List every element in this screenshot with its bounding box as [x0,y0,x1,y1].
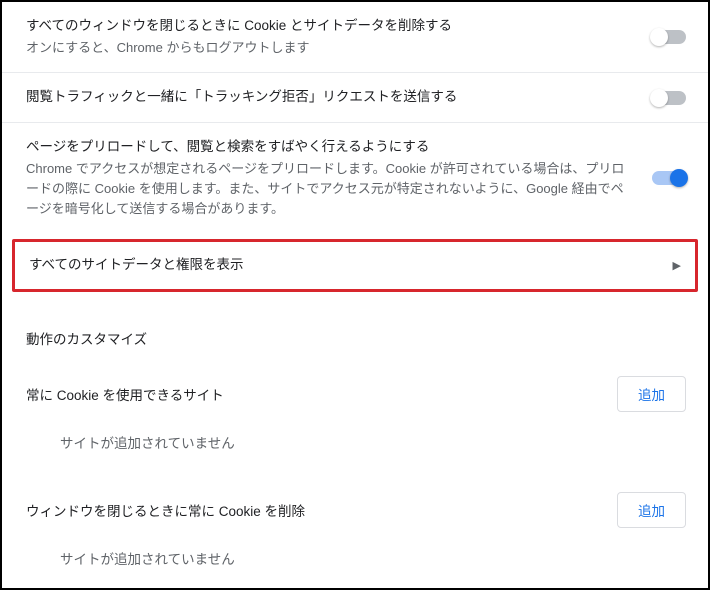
subsection-always-allow-cookies: 常に Cookie を使用できるサイト 追加 サイトが追加されていません [2,354,708,470]
setting-title: 閲覧トラフィックと一緒に「トラッキング拒否」リクエストを送信する [26,87,634,107]
setting-row-do-not-track: 閲覧トラフィックと一緒に「トラッキング拒否」リクエストを送信する [2,73,708,122]
chevron-right-icon: ▶ [673,259,681,272]
setting-title: ページをプリロードして、閲覧と検索をすばやく行えるようにする [26,137,634,157]
show-all-site-data-link[interactable]: すべてのサイトデータと権限を表示 ▶ [12,239,698,291]
empty-message: サイトが追加されていません [26,528,686,586]
setting-subtitle: オンにすると、Chrome からもログアウトします [26,38,634,58]
setting-texts: ページをプリロードして、閲覧と検索をすばやく行えるようにする Chrome でア… [26,137,634,220]
toggle-preload-pages[interactable] [652,171,686,185]
add-button-always-allow[interactable]: 追加 [617,376,686,412]
toggle-delete-cookies-on-close[interactable] [652,30,686,44]
setting-subtitle: Chrome でアクセスが想定されるページをプリロードします。Cookie が許… [26,159,634,219]
setting-row-preload-pages: ページをプリロードして、閲覧と検索をすばやく行えるようにする Chrome でア… [2,123,708,234]
toggle-do-not-track[interactable] [652,91,686,105]
subsection-title: 常に Cookie を使用できるサイト [26,384,224,404]
setting-texts: 閲覧トラフィックと一緒に「トラッキング拒否」リクエストを送信する [26,87,634,107]
link-row-title: すべてのサイトデータと権限を表示 [29,255,244,275]
setting-texts: すべてのウィンドウを閉じるときに Cookie とサイトデータを削除する オンに… [26,16,634,58]
subsection-title: ウィンドウを閉じるときに常に Cookie を削除 [26,500,305,520]
section-header-custom-behavior: 動作のカスタマイズ [2,310,708,354]
setting-row-delete-cookies-on-close: すべてのウィンドウを閉じるときに Cookie とサイトデータを削除する オンに… [2,2,708,73]
subsection-delete-on-close: ウィンドウを閉じるときに常に Cookie を削除 追加 サイトが追加されていま… [2,470,708,586]
setting-title: すべてのウィンドウを閉じるときに Cookie とサイトデータを削除する [26,16,634,36]
empty-message: サイトが追加されていません [26,412,686,470]
add-button-delete-on-close[interactable]: 追加 [617,492,686,528]
